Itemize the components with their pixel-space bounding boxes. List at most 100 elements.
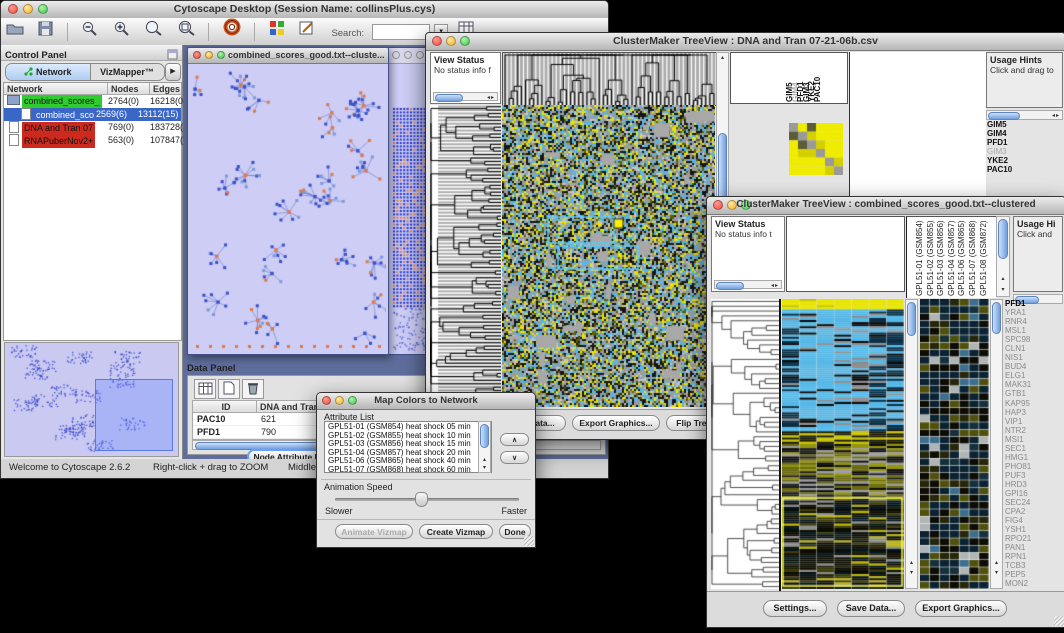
tv1-usage-hscrollbar[interactable]: ◂▸ [986, 110, 1063, 120]
tv2-column-dendrogram-area[interactable] [786, 216, 905, 292]
tv1-row-label[interactable]: GIM3 [987, 147, 1047, 156]
tv2-gene-label[interactable]: RPO21 [1005, 534, 1063, 543]
tv2-gene-label[interactable]: TCB3 [1005, 561, 1063, 570]
tv2-gene-label[interactable]: BUD4 [1005, 362, 1063, 371]
attribute-list-item[interactable]: GPL51-07 (GSM868) heat shock 60 min [328, 466, 491, 473]
tv1-global-matrix[interactable] [789, 123, 843, 175]
tv2-heatmap-vscrollbar[interactable]: ▴ ▾ [905, 299, 918, 589]
zoom-fit-icon[interactable] [144, 19, 162, 45]
tv2-status-hscrollbar[interactable]: ◂▸ [714, 280, 782, 289]
tv2-gene-label[interactable]: HRD3 [1005, 480, 1063, 489]
tv2-gene-label[interactable]: PUF3 [1005, 471, 1063, 480]
treeview1-titlebar[interactable]: ClusterMaker TreeView : DNA and Tran 07-… [426, 33, 1064, 51]
network-tree-row[interactable]: DNA and Tran 07769(0)183728(0) [4, 121, 181, 134]
tv2-button-export-graphics[interactable]: Export Graphics... [915, 600, 1007, 617]
birdseye-viewport-rect[interactable] [95, 379, 173, 451]
col-header-network[interactable]: Network [4, 83, 108, 95]
treeview2-titlebar[interactable]: ClusterMaker TreeView : combined_scores_… [707, 197, 1064, 215]
tv1-row-label[interactable]: YKE2 [987, 156, 1047, 165]
tv2-gene-label[interactable]: ELG1 [1005, 371, 1063, 380]
tv2-gene-label[interactable]: YSH1 [1005, 525, 1063, 534]
tv2-gene-label[interactable]: MON2 [1005, 579, 1063, 588]
move-down-button[interactable]: ∨ [500, 451, 529, 464]
tv2-gene-label[interactable]: PEP5 [1005, 570, 1063, 579]
help-lifering-icon[interactable] [223, 18, 241, 45]
tv2-gene-label[interactable]: HAP3 [1005, 408, 1063, 417]
tv1-heatmap[interactable] [502, 105, 715, 407]
tv1-button-export-graphics[interactable]: Export Graphics... [572, 415, 660, 431]
tv2-gene-label[interactable]: PHO81 [1005, 462, 1063, 471]
minimize-button[interactable] [205, 51, 213, 59]
slider-thumb[interactable] [415, 492, 428, 507]
birdseye-view[interactable] [4, 342, 179, 457]
tv2-gene-label[interactable]: FIG4 [1005, 516, 1063, 525]
main-titlebar[interactable]: Cytoscape Desktop (Session Name: collins… [1, 1, 608, 19]
vizmapper-icon[interactable] [269, 19, 285, 45]
search-input[interactable] [372, 24, 430, 40]
tv2-gene-label[interactable]: NTR2 [1005, 426, 1063, 435]
tv2-gene-label[interactable]: SEC24 [1005, 498, 1063, 507]
tv2-gene-label[interactable]: SEC1 [1005, 444, 1063, 453]
tv2-collabels-vscrollbar[interactable]: ▴ ▾ [996, 216, 1010, 297]
tv2-button-save-data[interactable]: Save Data... [837, 600, 905, 617]
tv2-detail-vscrollbar[interactable]: ▴ ▾ [990, 299, 1003, 589]
tv2-button-settings[interactable]: Settings... [763, 600, 827, 617]
attribute-listbox[interactable]: GPL51-01 (GSM854) heat shock 05 minGPL51… [324, 421, 492, 473]
zoom-in-icon[interactable] [113, 19, 130, 45]
save-icon[interactable] [38, 19, 53, 45]
attribute-list-vscrollbar[interactable]: ▴ ▾ [478, 421, 491, 473]
close-button[interactable] [392, 51, 400, 59]
tv2-gene-label[interactable]: HMG1 [1005, 453, 1063, 462]
tv2-gene-label[interactable]: GPI16 [1005, 489, 1063, 498]
tv2-gene-label[interactable]: RNR4 [1005, 317, 1063, 326]
col-header-nodes[interactable]: Nodes [108, 83, 150, 95]
tv1-row-label[interactable]: GIM4 [987, 129, 1047, 138]
tv2-gene-label[interactable]: PAN1 [1005, 543, 1063, 552]
network-canvas[interactable] [188, 64, 386, 353]
select-attributes-icon[interactable] [194, 379, 216, 399]
zoom-button[interactable] [217, 51, 225, 59]
tv2-detail-view[interactable] [920, 299, 989, 589]
tv2-gene-label[interactable]: CPA2 [1005, 507, 1063, 516]
tv2-gene-label[interactable]: SPC98 [1005, 335, 1063, 344]
network-tree-row[interactable]: combined_sco2569(6)13112(15) [4, 108, 181, 121]
zoom-button[interactable] [416, 51, 424, 59]
tv2-gene-label[interactable]: MSI1 [1005, 435, 1063, 444]
network-view-window-1[interactable]: combined_scores_good.txt--cluste... [187, 47, 389, 355]
tv2-gene-label[interactable]: YRA1 [1005, 308, 1063, 317]
move-up-button[interactable]: ∧ [500, 433, 529, 446]
tv1-status-hscrollbar[interactable]: ◂▸ [433, 92, 498, 101]
tv2-gene-label[interactable]: NIS1 [1005, 353, 1063, 362]
new-attribute-icon[interactable] [218, 379, 240, 399]
tv2-gene-label[interactable]: GTB1 [1005, 389, 1063, 398]
tv1-row-label[interactable]: GIM5 [987, 120, 1047, 129]
tv2-heatmap[interactable] [782, 299, 904, 589]
dialog-button-create-vizmap[interactable]: Create Vizmap [419, 524, 493, 539]
col-header-edges[interactable]: Edges [150, 83, 181, 95]
tv2-gene-label[interactable]: KAP95 [1005, 399, 1063, 408]
dialog-button-animate-vizmap[interactable]: Animate Vizmap [335, 524, 413, 539]
network-tree-row[interactable]: RNAPuberNov2+563(0)107847(0) [4, 134, 181, 147]
zoom-out-icon[interactable] [81, 19, 98, 45]
tv1-row-label[interactable]: PFD1 [987, 138, 1047, 147]
tabs-overflow-button[interactable]: ▶ [165, 63, 181, 81]
data-col-id[interactable]: ID [193, 401, 257, 413]
tv2-gene-label[interactable]: RPN1 [1005, 552, 1063, 561]
tv2-gene-label[interactable]: VIP1 [1005, 417, 1063, 426]
network-tree-row[interactable]: combined_scores_2764(0)16218(0) [4, 95, 181, 108]
tv2-gene-label[interactable]: CLN1 [1005, 344, 1063, 353]
tv2-gene-label[interactable]: MAK31 [1005, 380, 1063, 389]
annotation-icon[interactable] [299, 19, 316, 45]
delete-attribute-icon[interactable] [242, 379, 264, 399]
tv1-row-label[interactable]: PAC10 [987, 165, 1047, 174]
dialog-titlebar[interactable]: Map Colors to Network [317, 393, 535, 410]
tab-network[interactable]: Network [6, 64, 91, 80]
tv2-row-dendrogram[interactable] [711, 299, 779, 589]
tv1-column-dendrogram[interactable] [502, 52, 717, 106]
zoom-selected-icon[interactable] [177, 19, 195, 45]
tv2-gene-label[interactable]: MSL1 [1005, 326, 1063, 335]
open-file-icon[interactable] [6, 19, 24, 45]
minimize-button[interactable] [404, 51, 412, 59]
tv2-gene-label[interactable]: PFD1 [1005, 299, 1063, 308]
tab-vizmapper[interactable]: VizMapper™ [90, 64, 164, 80]
